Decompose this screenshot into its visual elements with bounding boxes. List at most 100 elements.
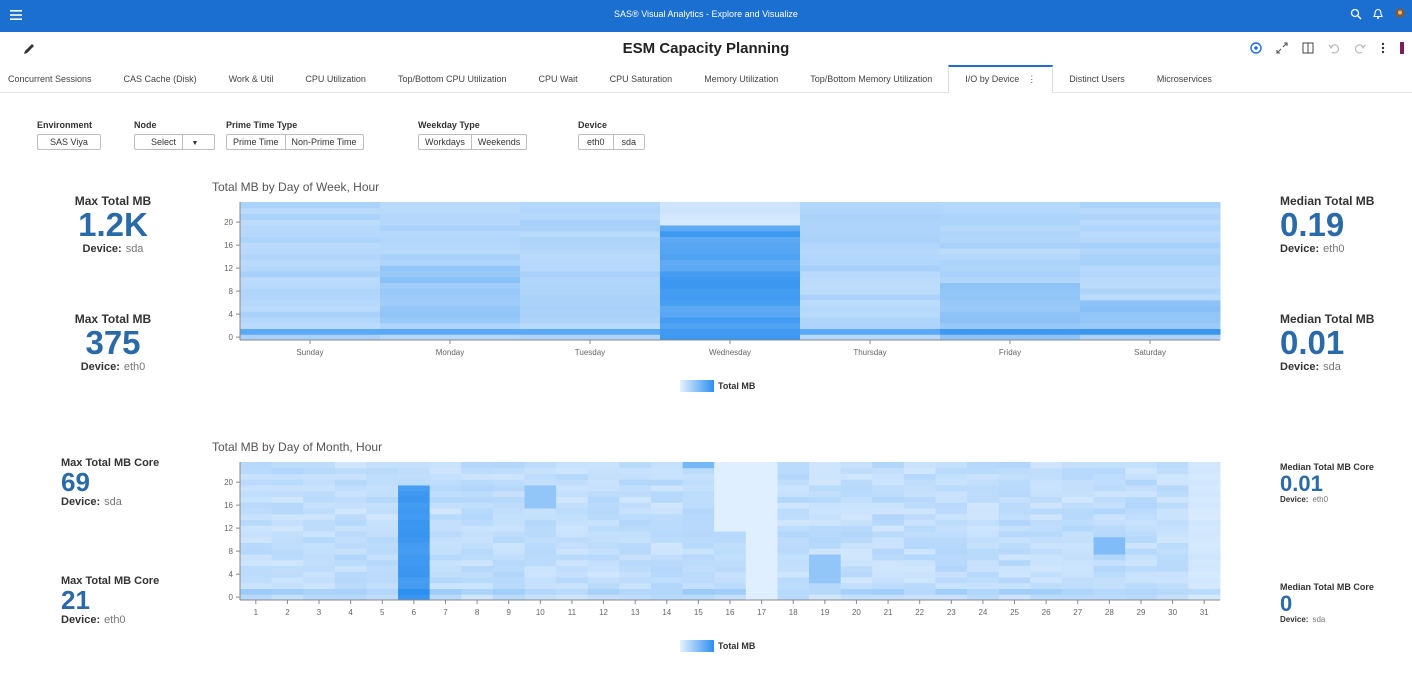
heatmap-cell xyxy=(903,502,936,509)
node-dropdown[interactable]: Select ▼ xyxy=(134,134,216,150)
heatmap-cell xyxy=(380,213,521,220)
heatmap-cell xyxy=(461,513,494,520)
panel-toggle-icon[interactable] xyxy=(1302,42,1314,54)
heatmap-cell xyxy=(1030,462,1063,469)
heatmap-cell xyxy=(800,299,941,306)
more-options-icon[interactable] xyxy=(1380,42,1386,54)
heatmap-cell xyxy=(271,554,304,561)
heatmap-cell xyxy=(1156,490,1189,497)
heatmap-cell xyxy=(429,531,462,538)
tab-top-bottom-cpu-utilization[interactable]: Top/Bottom CPU Utilization xyxy=(382,66,523,92)
heatmap-cell xyxy=(587,577,620,584)
kpi-device-label: Device: xyxy=(82,242,122,255)
heatmap-cell xyxy=(587,559,620,566)
heatmap-cell xyxy=(650,536,684,543)
heatmap-day-of-week[interactable]: 0 4 8 12 16 20 Sunday Monday Tuesday Wednesday Thu… xyxy=(212,202,1224,374)
heatmap-cell xyxy=(940,282,1081,289)
heatmap-cell xyxy=(380,322,521,329)
heatmap-cell xyxy=(461,525,494,532)
heatmap-cell xyxy=(429,548,462,555)
heatmap-cell xyxy=(840,513,873,520)
heatmap-cell xyxy=(271,571,304,578)
heatmap-cell xyxy=(303,473,336,480)
legend-gradient-swatch xyxy=(680,380,714,392)
tab-top-bottom-memory-utilization[interactable]: Top/Bottom Memory Utilization xyxy=(794,66,948,92)
heatmap-cell xyxy=(520,282,661,289)
heatmap-cell xyxy=(1061,467,1095,474)
legend-label: Total MB xyxy=(718,381,756,391)
heatmap-cell xyxy=(650,473,684,480)
maximize-icon[interactable] xyxy=(1276,42,1288,54)
device-eth0-button[interactable]: eth0 xyxy=(579,135,614,149)
heatmap-cell xyxy=(660,230,801,237)
heatmap-cell xyxy=(1188,531,1221,538)
heatmap-cell xyxy=(935,462,968,469)
heatmap-cell xyxy=(777,571,810,578)
tab-concurrent-sessions[interactable]: Concurrent Sessions xyxy=(0,66,108,92)
tab-distinct-users[interactable]: Distinct Users xyxy=(1053,66,1141,92)
heatmap-cell xyxy=(240,276,381,283)
heatmap-cell xyxy=(967,554,1000,561)
heatmap-cell xyxy=(587,467,620,474)
search-icon[interactable] xyxy=(1350,8,1362,20)
tab-microservices[interactable]: Microservices xyxy=(1141,66,1228,92)
tab-io-by-device[interactable]: I/O by Device ⋮ xyxy=(948,65,1054,93)
x-tick-label: 17 xyxy=(757,608,766,617)
heatmap-cell xyxy=(809,479,842,486)
heatmap-cell xyxy=(872,559,905,566)
heatmap-cell xyxy=(1080,202,1221,209)
heatmap-cells xyxy=(240,202,1221,341)
heatmap-cell xyxy=(998,554,1031,561)
heatmap-cell xyxy=(240,554,273,561)
x-tick-label: 25 xyxy=(1010,608,1019,617)
heatmap-cell xyxy=(303,571,336,578)
heatmap-cell xyxy=(380,276,521,283)
heatmap-cell xyxy=(619,525,652,532)
tab-cas-cache-disk[interactable]: CAS Cache (Disk) xyxy=(108,66,213,92)
heatmap-cell xyxy=(682,519,715,526)
tab-cpu-wait[interactable]: CPU Wait xyxy=(522,66,593,92)
chart1-legend: Total MB xyxy=(680,380,755,392)
kpi-max-total-mb-eth0: Max Total MB 375 Device: eth0 xyxy=(50,312,176,373)
help-circle-icon[interactable] xyxy=(1250,42,1262,54)
heatmap-cell xyxy=(777,531,810,538)
heatmap-cell xyxy=(940,259,1081,266)
device-sda-button[interactable]: sda xyxy=(614,135,645,149)
heatmap-cell xyxy=(840,519,873,526)
heatmap-cell xyxy=(967,508,1000,515)
heatmap-cell xyxy=(492,536,526,543)
notification-bell-icon[interactable] xyxy=(1372,8,1384,20)
heatmap-cell xyxy=(777,519,810,526)
heatmap-cell xyxy=(240,485,273,492)
non-prime-time-button[interactable]: Non-Prime Time xyxy=(286,135,363,149)
tab-memory-utilization[interactable]: Memory Utilization xyxy=(688,66,794,92)
heatmap-cell xyxy=(334,473,367,480)
heatmap-cell xyxy=(524,502,557,509)
heatmap-cell xyxy=(660,288,801,295)
tab-more-icon[interactable]: ⋮ xyxy=(1027,74,1036,84)
heatmap-cell xyxy=(271,582,304,589)
heatmap-day-of-month[interactable]: 0481216201 2 3 4 5 6 7 8 9 10 11 12 13 14 15 16 17 18 19 20… xyxy=(212,462,1224,634)
heatmap-cell xyxy=(1061,473,1095,480)
undo-icon[interactable] xyxy=(1328,42,1340,54)
tab-cpu-utilization[interactable]: CPU Utilization xyxy=(289,66,382,92)
redo-icon[interactable] xyxy=(1354,42,1366,54)
weekends-button[interactable]: Weekends xyxy=(472,135,526,149)
environment-button[interactable]: SAS Viya xyxy=(38,135,100,149)
heatmap-cell xyxy=(556,571,589,578)
heatmap-cell xyxy=(1080,288,1221,295)
heatmap-cell xyxy=(398,531,431,538)
heatmap-cell xyxy=(240,565,273,572)
prime-time-button[interactable]: Prime Time xyxy=(227,135,286,149)
heatmap-cell xyxy=(398,548,431,555)
heatmap-cell xyxy=(303,531,336,538)
user-avatar-icon[interactable] xyxy=(1394,8,1406,22)
workdays-button[interactable]: Workdays xyxy=(419,135,472,149)
heatmap-cell xyxy=(271,519,304,526)
tab-work-util[interactable]: Work & Util xyxy=(213,66,290,92)
tab-cpu-saturation[interactable]: CPU Saturation xyxy=(594,66,689,92)
heatmap-cell xyxy=(967,577,1000,584)
heatmap-cell xyxy=(398,513,431,520)
heatmap-cell xyxy=(682,548,715,555)
heatmap-cell xyxy=(366,513,399,520)
